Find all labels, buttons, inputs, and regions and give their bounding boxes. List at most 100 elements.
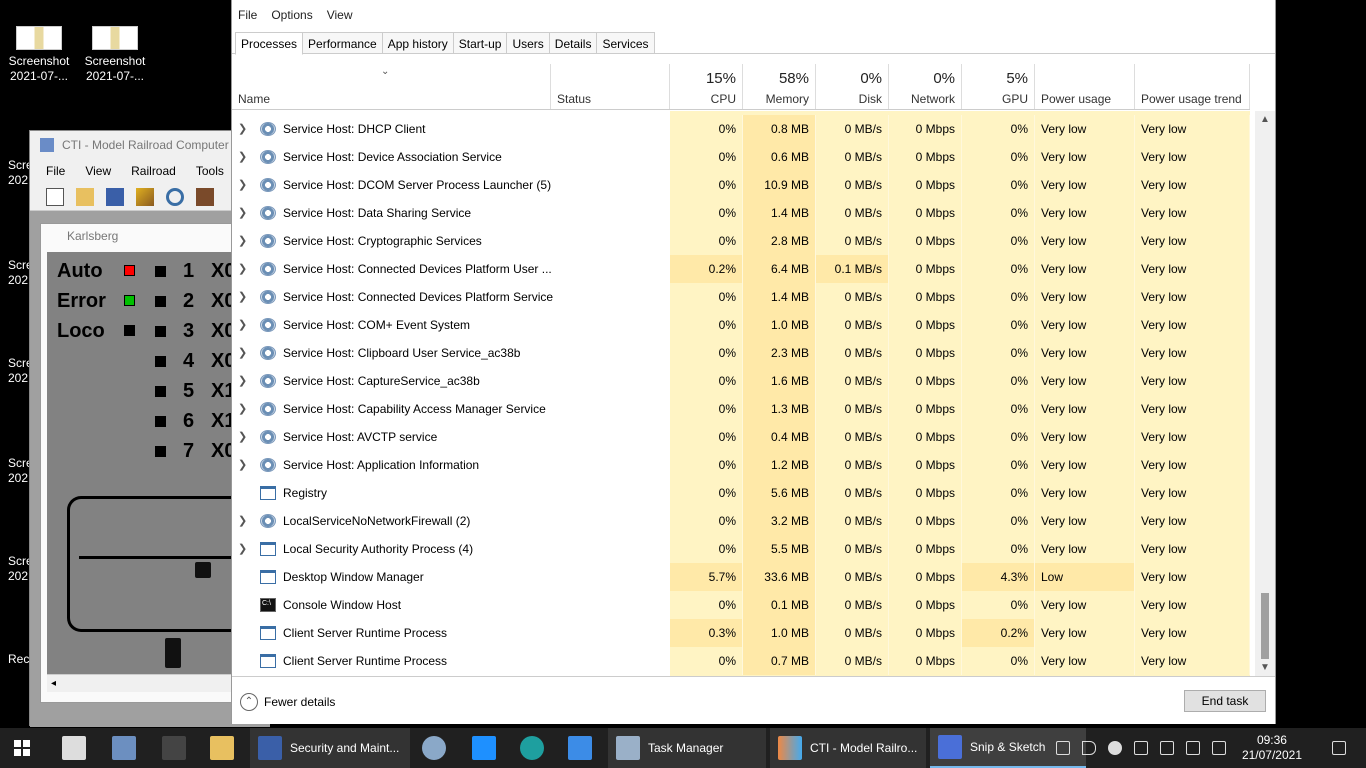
process-row[interactable]: ❯ LocalServiceNoNetworkFirewall (2) 0% 3.2 …: [232, 507, 1250, 535]
taskbar-app-explorer[interactable]: [202, 728, 242, 768]
taskbar-app-calculator[interactable]: [464, 728, 504, 768]
expand-chevron-icon[interactable]: ❯: [238, 535, 247, 563]
settings-gear-icon[interactable]: [166, 187, 184, 206]
process-row[interactable]: ❯ Service Host: CaptureService_ac38b 0% 1.6…: [232, 367, 1250, 395]
scrollbar-thumb[interactable]: [1261, 593, 1269, 659]
tab-details[interactable]: Details: [548, 32, 598, 53]
train-signal-icon[interactable]: [195, 562, 211, 578]
switch-indicator[interactable]: [155, 356, 166, 367]
tab-performance[interactable]: Performance: [302, 32, 383, 53]
switch-indicator[interactable]: [155, 416, 166, 427]
switch-indicator[interactable]: [155, 326, 166, 337]
process-row[interactable]: ❯ Service Host: Cryptographic Services 0% 2…: [232, 227, 1250, 255]
column-header-gpu[interactable]: 5% GPU: [962, 64, 1035, 110]
tab-app-history[interactable]: App history: [381, 32, 454, 53]
scroll-up-arrow-icon[interactable]: ▲: [1260, 114, 1270, 125]
taskbar-app-computer[interactable]: [104, 728, 144, 768]
vertical-scrollbar[interactable]: ▲ ▼: [1255, 111, 1275, 676]
process-row[interactable]: Client Server Runtime Process 0.3% 1.0 MB 0…: [232, 619, 1250, 647]
taskbar-app-mail[interactable]: [560, 728, 600, 768]
security-shield-icon[interactable]: [1185, 741, 1200, 755]
tab-processes[interactable]: Processes: [235, 32, 304, 55]
expand-chevron-icon[interactable]: ❯: [238, 199, 247, 227]
switch-indicator[interactable]: [155, 386, 166, 397]
process-row[interactable]: ❯ Local Security Authority Process (4) 0% 5…: [232, 535, 1250, 563]
switch-indicator[interactable]: [155, 296, 166, 307]
clock[interactable]: 09:36 21/07/2021: [1242, 733, 1302, 763]
taskbar-app-control[interactable]: [414, 728, 454, 768]
process-row[interactable]: ❯ Service Host: Connected Devices Platfor…: [232, 255, 1250, 283]
expand-chevron-icon[interactable]: ❯: [238, 115, 247, 143]
process-row[interactable]: ❯ Service Host: AVCTP service 0% 0.4 MB 0 MB…: [232, 423, 1250, 451]
menu-file[interactable]: File: [238, 8, 257, 28]
auto-indicator[interactable]: [124, 265, 135, 276]
taskbar-app-security[interactable]: Security and Maint...: [250, 728, 410, 768]
process-row[interactable]: Registry 0% 5.6 MB 0 MB/s 0 Mbps 0% Very low Ve…: [232, 479, 1250, 507]
windows-start-icon[interactable]: [14, 740, 30, 756]
save-icon[interactable]: [106, 187, 124, 206]
desktop-icon-label[interactable]: 202: [8, 173, 28, 188]
cloud-icon[interactable]: [1107, 741, 1122, 755]
expand-chevron-icon[interactable]: ❯: [238, 311, 247, 339]
column-header-disk[interactable]: 0% Disk: [816, 64, 889, 110]
keyboard-icon[interactable]: [1211, 741, 1226, 755]
expand-chevron-icon[interactable]: ❯: [238, 507, 247, 535]
process-row[interactable]: ❯ Service Host: Clipboard User Service_ac…: [232, 339, 1250, 367]
network-icon[interactable]: [1133, 741, 1148, 755]
desktop-icon-label[interactable]: 202: [8, 569, 28, 584]
process-row[interactable]: ❯ Service Host: Data Sharing Service 0% 1.4…: [232, 199, 1250, 227]
expand-chevron-icon[interactable]: ❯: [238, 451, 247, 479]
desktop-icon-label[interactable]: 202: [8, 371, 28, 386]
desktop-icon-screenshot-1[interactable]: Screenshot 2021-07-...: [4, 26, 74, 84]
process-row[interactable]: Desktop Window Manager 5.7% 33.6 MB 0 MB/s 0…: [232, 563, 1250, 591]
desktop-icon-label[interactable]: 202: [8, 471, 28, 486]
expand-chevron-icon[interactable]: ❯: [238, 171, 247, 199]
column-header-power-usage[interactable]: Power usage: [1035, 64, 1135, 110]
taskbar-app-jmri[interactable]: [54, 728, 94, 768]
process-row[interactable]: ❯ Service Host: Connected Devices Platfor…: [232, 283, 1250, 311]
column-header-network[interactable]: 0% Network: [889, 64, 962, 110]
tab-services[interactable]: Services: [596, 32, 655, 53]
process-row[interactable]: Client Server Runtime Process 0% 0.7 MB 0 M…: [232, 647, 1250, 675]
process-row[interactable]: ❯ Service Host: COM+ Event System 0% 1.0 MB…: [232, 311, 1250, 339]
expand-chevron-icon[interactable]: ❯: [238, 255, 247, 283]
new-file-icon[interactable]: [46, 187, 64, 206]
column-header-status[interactable]: Status: [550, 64, 670, 110]
open-folder-icon[interactable]: [76, 187, 94, 206]
desktop-icon-screenshot-2[interactable]: Screenshot 2021-07-...: [80, 26, 150, 84]
column-header-cpu[interactable]: 15% CPU: [670, 64, 743, 110]
process-row[interactable]: ❯ Service Host: Capability Access Manager…: [232, 395, 1250, 423]
loco-indicator[interactable]: [124, 325, 135, 336]
end-task-button[interactable]: End task: [1184, 690, 1266, 712]
switch-indicator[interactable]: [155, 446, 166, 457]
taskbar-app-cti[interactable]: CTI - Model Railro...: [770, 728, 926, 768]
process-row[interactable]: C:\ Console Window Host 0% 0.1 MB 0 MB/s 0 Mb…: [232, 591, 1250, 619]
menu-view[interactable]: View: [327, 8, 353, 28]
menu-railroad[interactable]: Railroad: [131, 164, 176, 178]
train-signal-icon[interactable]: [165, 638, 181, 668]
taskbar-app-task-manager[interactable]: Task Manager: [608, 728, 766, 768]
menu-tools[interactable]: Tools: [196, 164, 224, 178]
menu-options[interactable]: Options: [271, 8, 312, 28]
column-header-power-trend[interactable]: Power usage trend: [1135, 64, 1250, 110]
scroll-down-arrow-icon[interactable]: ▼: [1260, 662, 1270, 673]
tablet-icon[interactable]: [1055, 741, 1070, 755]
expand-chevron-icon[interactable]: ❯: [238, 227, 247, 255]
notifications-icon[interactable]: [1332, 741, 1346, 755]
expand-chevron-icon[interactable]: ❯: [238, 395, 247, 423]
taskbar-app-cti-train[interactable]: [154, 728, 194, 768]
menu-view[interactable]: View: [85, 164, 111, 178]
expand-chevron-icon[interactable]: ❯: [238, 283, 247, 311]
menu-file[interactable]: File: [46, 164, 65, 178]
taskbar-app-edge[interactable]: [512, 728, 552, 768]
column-header-name[interactable]: Name: [232, 64, 550, 110]
error-indicator[interactable]: [124, 295, 135, 306]
tab-start-up[interactable]: Start-up: [452, 32, 508, 53]
fewer-details-button[interactable]: ⌃ Fewer details: [240, 693, 335, 711]
process-row[interactable]: ❯ Service Host: DHCP Client 0% 0.8 MB 0 MB/s…: [232, 115, 1250, 143]
desktop-icon-label[interactable]: 202: [8, 273, 28, 288]
tcl-script-icon[interactable]: [136, 187, 154, 206]
train-icon[interactable]: [196, 187, 214, 206]
volume-icon[interactable]: [1081, 741, 1096, 755]
process-row[interactable]: ❯ Service Host: DCOM Server Process Launc…: [232, 171, 1250, 199]
